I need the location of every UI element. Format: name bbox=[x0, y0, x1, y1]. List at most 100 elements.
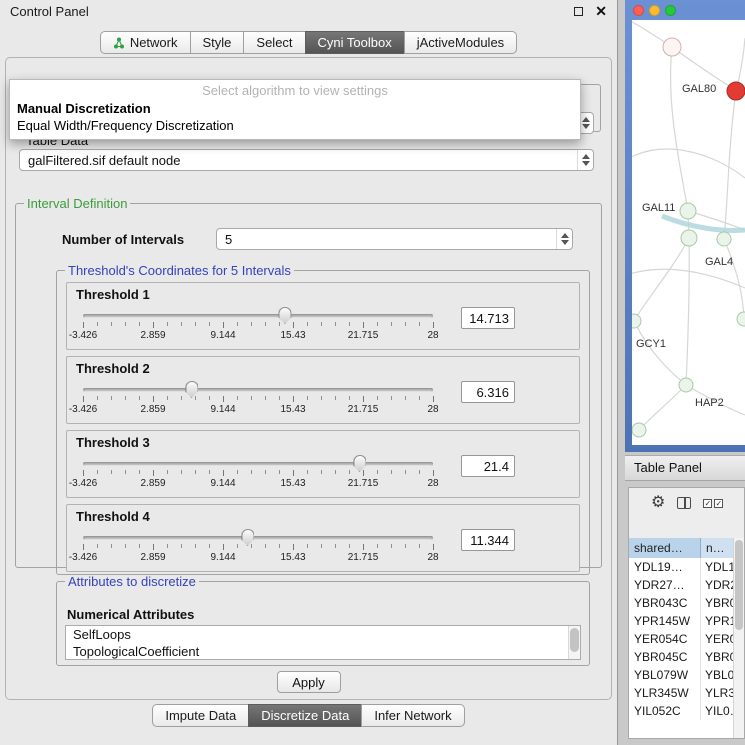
network-node[interactable] bbox=[679, 378, 693, 392]
network-node[interactable] bbox=[680, 203, 696, 219]
table-panel-titlebar: Table Panel bbox=[625, 455, 745, 481]
table-row[interactable]: YDL19… YDL1… bbox=[629, 558, 733, 576]
tab-label: jActiveModules bbox=[417, 35, 504, 50]
dropdown-option[interactable]: Equal Width/Frequency Discretization bbox=[10, 117, 580, 134]
list-scrollbar[interactable] bbox=[568, 626, 580, 659]
network-node[interactable] bbox=[663, 38, 681, 56]
attribute-list-item[interactable]: TopologicalCoefficient bbox=[66, 643, 580, 660]
number-of-intervals-combobox[interactable]: 5 bbox=[216, 228, 573, 250]
threshold-1-slider[interactable]: -3.4262.8599.14415.4321.71528 bbox=[73, 305, 443, 349]
table-row[interactable]: YBR043C YBR0… bbox=[629, 594, 733, 612]
slider-tick bbox=[139, 470, 140, 474]
slider-tick bbox=[97, 544, 98, 548]
threshold-4-slider[interactable]: -3.4262.8599.14415.4321.71528 bbox=[73, 527, 443, 571]
threshold-1-value-input[interactable] bbox=[461, 307, 515, 329]
minimize-window-icon[interactable] bbox=[649, 5, 660, 16]
table-cell[interactable]: YDL19… bbox=[629, 558, 701, 576]
table-row[interactable]: YDR27… YDR2… bbox=[629, 576, 733, 594]
tab-select[interactable]: Select bbox=[243, 31, 305, 54]
table-cell[interactable]: YBR045C bbox=[629, 648, 701, 666]
threshold-1-block: Threshold 1 -3.4262.8599.14415.4321.7152… bbox=[66, 282, 580, 350]
threshold-2-value-input[interactable] bbox=[461, 381, 515, 403]
control-panel-titlebar: Control Panel ✕ bbox=[0, 0, 617, 22]
slider-tick bbox=[209, 470, 210, 474]
close-icon[interactable]: ✕ bbox=[595, 4, 607, 18]
tab-style[interactable]: Style bbox=[190, 31, 245, 54]
panel-title: Control Panel bbox=[10, 4, 574, 19]
network-node-selected[interactable] bbox=[727, 82, 745, 100]
scrollbar-thumb[interactable] bbox=[735, 540, 743, 630]
table-data-combobox[interactable]: galFiltered.sif default node bbox=[19, 149, 594, 171]
table-row[interactable]: YPR145W YPR1… bbox=[629, 612, 733, 630]
tab-impute-data[interactable]: Impute Data bbox=[152, 704, 249, 727]
slider-tick bbox=[419, 322, 420, 326]
table-cell[interactable]: YBR0… bbox=[701, 648, 733, 666]
slider-tick bbox=[125, 396, 126, 400]
tab-jactivemodules[interactable]: jActiveModules bbox=[404, 31, 517, 54]
group-title: Threshold's Coordinates for 5 Intervals bbox=[65, 263, 294, 278]
network-node[interactable] bbox=[717, 232, 731, 246]
slider-tick bbox=[125, 544, 126, 548]
tab-infer-network[interactable]: Infer Network bbox=[361, 704, 464, 727]
tab-network[interactable]: Network bbox=[100, 31, 191, 54]
tab-cyni-toolbox[interactable]: Cyni Toolbox bbox=[305, 31, 405, 54]
threshold-3-slider[interactable]: -3.4262.8599.14415.4321.71528 bbox=[73, 453, 443, 497]
column-header-shared-name[interactable]: shared… bbox=[629, 538, 701, 558]
table-cell[interactable]: YBR043C bbox=[629, 594, 701, 612]
columns-icon[interactable] bbox=[677, 497, 691, 509]
table-row[interactable]: YIL052C YIL0… bbox=[629, 702, 733, 720]
table-cell[interactable]: YIL052C bbox=[629, 702, 701, 720]
table-row[interactable]: YBL079W YBL0… bbox=[629, 666, 733, 684]
tab-discretize-data[interactable]: Discretize Data bbox=[248, 704, 362, 727]
checkbox-icon[interactable]: ✓ bbox=[703, 499, 712, 508]
threshold-2-block: Threshold 2 -3.4262.8599.14415.4321.7152… bbox=[66, 356, 580, 424]
slider-tick-label: 9.144 bbox=[210, 330, 235, 341]
threshold-4-value-input[interactable] bbox=[461, 529, 515, 551]
float-window-icon[interactable] bbox=[574, 7, 583, 16]
close-window-icon[interactable] bbox=[633, 5, 644, 16]
scrollbar-thumb[interactable] bbox=[570, 628, 579, 652]
table-cell[interactable]: YIL0… bbox=[701, 702, 733, 720]
table-row[interactable]: YER054C YER0… bbox=[629, 630, 733, 648]
threshold-2-slider[interactable]: -3.4262.8599.14415.4321.71528 bbox=[73, 379, 443, 423]
table-cell[interactable]: YDR2… bbox=[701, 576, 733, 594]
slider-tick bbox=[97, 470, 98, 474]
zoom-window-icon[interactable] bbox=[665, 5, 676, 16]
threshold-3-value-input[interactable] bbox=[461, 455, 515, 477]
attribute-list-item[interactable]: SelfLoops bbox=[66, 626, 580, 643]
table-cell[interactable]: YPR1… bbox=[701, 612, 733, 630]
slider-tick-label: -3.426 bbox=[69, 330, 97, 341]
table-cell[interactable]: YER0… bbox=[701, 630, 733, 648]
apply-button[interactable]: Apply bbox=[277, 671, 341, 693]
table-scrollbar[interactable] bbox=[733, 538, 744, 738]
network-node[interactable] bbox=[632, 423, 646, 437]
network-node[interactable] bbox=[737, 312, 745, 326]
network-node[interactable] bbox=[681, 230, 697, 246]
slider-tick bbox=[111, 396, 112, 400]
combobox-value: galFiltered.sif default node bbox=[20, 153, 577, 168]
table-cell[interactable]: YBL0… bbox=[701, 666, 733, 684]
table-cell[interactable]: YLR3… bbox=[701, 684, 733, 702]
slider-tick bbox=[83, 544, 84, 550]
table-cell[interactable]: YBL079W bbox=[629, 666, 701, 684]
table-row[interactable]: YBR045C YBR0… bbox=[629, 648, 733, 666]
group-title: Attributes to discretize bbox=[65, 574, 199, 589]
column-header-name[interactable]: n… bbox=[701, 538, 733, 558]
slider-tick-label: 21.715 bbox=[348, 552, 379, 563]
gear-icon[interactable]: ⚙ bbox=[651, 495, 665, 511]
table-cell[interactable]: YLR345W bbox=[629, 684, 701, 702]
table-row[interactable]: YLR345W YLR3… bbox=[629, 684, 733, 702]
slider-tick-label: 9.144 bbox=[210, 404, 235, 415]
slider-tick bbox=[363, 396, 364, 402]
network-canvas[interactable]: GAL80GAL11GAL4GCY1HAP2 bbox=[632, 20, 745, 445]
table-cell[interactable]: YBR0… bbox=[701, 594, 733, 612]
table-cell[interactable]: YPR145W bbox=[629, 612, 701, 630]
attributes-listbox[interactable]: SelfLoopsTopologicalCoefficientBetweenne… bbox=[65, 625, 581, 660]
dropdown-option[interactable]: Manual Discretization bbox=[10, 100, 580, 117]
table-cell[interactable]: YDR27… bbox=[629, 576, 701, 594]
table-cell[interactable]: YER054C bbox=[629, 630, 701, 648]
table-cell[interactable]: YDL1… bbox=[701, 558, 733, 576]
slider-tick-label: -3.426 bbox=[69, 404, 97, 415]
network-node[interactable] bbox=[632, 314, 641, 328]
checkbox-icon[interactable]: ✓ bbox=[714, 499, 723, 508]
